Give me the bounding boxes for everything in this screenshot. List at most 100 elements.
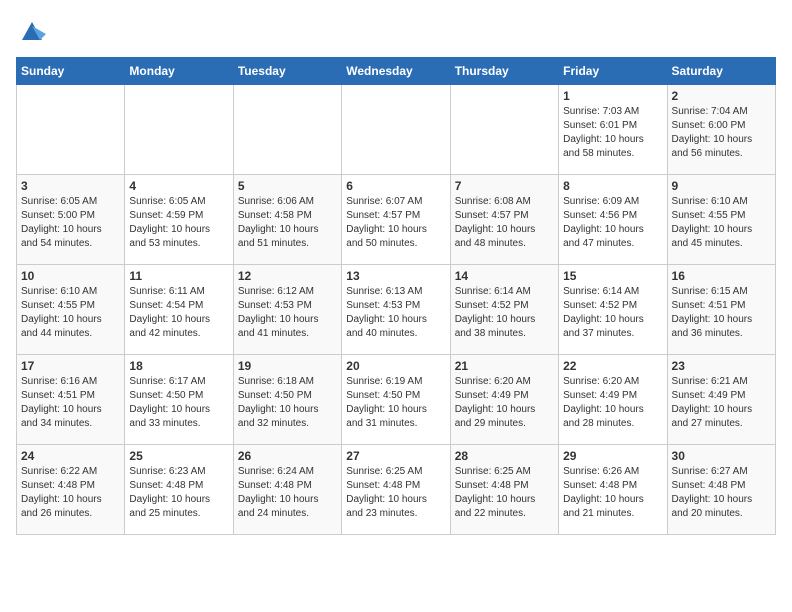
day-info: Sunrise: 6:27 AM Sunset: 4:48 PM Dayligh…: [672, 465, 771, 521]
calendar-day-cell: 18 Sunrise: 6:17 AM Sunset: 4:50 PM Dayli…: [125, 355, 233, 445]
calendar-week-row: 24 Sunrise: 6:22 AM Sunset: 4:48 PM Dayli…: [17, 445, 776, 535]
logo-icon: [18, 16, 46, 44]
day-number: 20: [346, 359, 445, 373]
day-info: Sunrise: 6:07 AM Sunset: 4:57 PM Dayligh…: [346, 195, 445, 251]
day-info: Sunrise: 6:22 AM Sunset: 4:48 PM Dayligh…: [21, 465, 120, 521]
calendar-body: 1 Sunrise: 7:03 AM Sunset: 6:01 PM Daylig…: [17, 85, 776, 535]
day-number: 21: [455, 359, 554, 373]
day-number: 29: [563, 449, 662, 463]
calendar-day-cell: [125, 85, 233, 175]
day-info: Sunrise: 6:11 AM Sunset: 4:54 PM Dayligh…: [129, 285, 228, 341]
calendar-week-row: 10 Sunrise: 6:10 AM Sunset: 4:55 PM Dayli…: [17, 265, 776, 355]
day-number: 23: [672, 359, 771, 373]
day-info: Sunrise: 7:03 AM Sunset: 6:01 PM Dayligh…: [563, 105, 662, 161]
day-info: Sunrise: 6:06 AM Sunset: 4:58 PM Dayligh…: [238, 195, 337, 251]
day-info: Sunrise: 6:18 AM Sunset: 4:50 PM Dayligh…: [238, 375, 337, 431]
day-info: Sunrise: 6:23 AM Sunset: 4:48 PM Dayligh…: [129, 465, 228, 521]
logo: [16, 16, 46, 49]
calendar-day-cell: 4Sunrise: 6:05 AM Sunset: 4:59 PM Daylig…: [125, 175, 233, 265]
calendar-day-cell: 9 Sunrise: 6:10 AM Sunset: 4:55 PM Daylig…: [667, 175, 775, 265]
calendar-day-cell: 22 Sunrise: 6:20 AM Sunset: 4:49 PM Dayli…: [559, 355, 667, 445]
calendar-day-cell: 12 Sunrise: 6:12 AM Sunset: 4:53 PM Dayli…: [233, 265, 341, 355]
day-number: 13: [346, 269, 445, 283]
calendar-day-cell: 13Sunrise: 6:13 AM Sunset: 4:53 PM Dayli…: [342, 265, 450, 355]
day-number: 9: [672, 179, 771, 193]
calendar-day-cell: 10 Sunrise: 6:10 AM Sunset: 4:55 PM Dayli…: [17, 265, 125, 355]
calendar-day-cell: 7 Sunrise: 6:08 AM Sunset: 4:57 PM Daylig…: [450, 175, 558, 265]
calendar-day-cell: 8 Sunrise: 6:09 AM Sunset: 4:56 PM Daylig…: [559, 175, 667, 265]
day-info: Sunrise: 7:04 AM Sunset: 6:00 PM Dayligh…: [672, 105, 771, 161]
day-number: 12: [238, 269, 337, 283]
calendar-day-cell: 25 Sunrise: 6:23 AM Sunset: 4:48 PM Dayli…: [125, 445, 233, 535]
day-number: 28: [455, 449, 554, 463]
calendar-day-cell: 26 Sunrise: 6:24 AM Sunset: 4:48 PM Dayli…: [233, 445, 341, 535]
calendar-day-cell: 16Sunrise: 6:15 AM Sunset: 4:51 PM Dayli…: [667, 265, 775, 355]
day-info: Sunrise: 6:25 AM Sunset: 4:48 PM Dayligh…: [346, 465, 445, 521]
day-info: Sunrise: 6:25 AM Sunset: 4:48 PM Dayligh…: [455, 465, 554, 521]
weekday-header-cell: Saturday: [667, 58, 775, 85]
day-number: 10: [21, 269, 120, 283]
day-info: Sunrise: 6:21 AM Sunset: 4:49 PM Dayligh…: [672, 375, 771, 431]
weekday-header-cell: Tuesday: [233, 58, 341, 85]
calendar-day-cell: 30 Sunrise: 6:27 AM Sunset: 4:48 PM Dayli…: [667, 445, 775, 535]
day-info: Sunrise: 6:15 AM Sunset: 4:51 PM Dayligh…: [672, 285, 771, 341]
calendar-week-row: 3 Sunrise: 6:05 AM Sunset: 5:00 PM Daylig…: [17, 175, 776, 265]
weekday-header-cell: Sunday: [17, 58, 125, 85]
day-info: Sunrise: 6:14 AM Sunset: 4:52 PM Dayligh…: [563, 285, 662, 341]
calendar-day-cell: 23 Sunrise: 6:21 AM Sunset: 4:49 PM Dayli…: [667, 355, 775, 445]
day-info: Sunrise: 6:20 AM Sunset: 4:49 PM Dayligh…: [563, 375, 662, 431]
day-info: Sunrise: 6:16 AM Sunset: 4:51 PM Dayligh…: [21, 375, 120, 431]
day-number: 14: [455, 269, 554, 283]
day-number: 1: [563, 89, 662, 103]
calendar-day-cell: 11 Sunrise: 6:11 AM Sunset: 4:54 PM Dayli…: [125, 265, 233, 355]
calendar-day-cell: 24 Sunrise: 6:22 AM Sunset: 4:48 PM Dayli…: [17, 445, 125, 535]
day-number: 3: [21, 179, 120, 193]
day-number: 15: [563, 269, 662, 283]
calendar-day-cell: [233, 85, 341, 175]
day-number: 7: [455, 179, 554, 193]
day-number: 5: [238, 179, 337, 193]
calendar-day-cell: 28 Sunrise: 6:25 AM Sunset: 4:48 PM Dayli…: [450, 445, 558, 535]
calendar-day-cell: 21Sunrise: 6:20 AM Sunset: 4:49 PM Dayli…: [450, 355, 558, 445]
calendar-day-cell: 3 Sunrise: 6:05 AM Sunset: 5:00 PM Daylig…: [17, 175, 125, 265]
day-info: Sunrise: 6:17 AM Sunset: 4:50 PM Dayligh…: [129, 375, 228, 431]
day-number: 8: [563, 179, 662, 193]
day-info: Sunrise: 6:09 AM Sunset: 4:56 PM Dayligh…: [563, 195, 662, 251]
day-number: 17: [21, 359, 120, 373]
calendar-day-cell: 17 Sunrise: 6:16 AM Sunset: 4:51 PM Dayli…: [17, 355, 125, 445]
day-number: 22: [563, 359, 662, 373]
day-info: Sunrise: 6:26 AM Sunset: 4:48 PM Dayligh…: [563, 465, 662, 521]
day-info: Sunrise: 6:08 AM Sunset: 4:57 PM Dayligh…: [455, 195, 554, 251]
calendar-day-cell: 6 Sunrise: 6:07 AM Sunset: 4:57 PM Daylig…: [342, 175, 450, 265]
day-info: Sunrise: 6:19 AM Sunset: 4:50 PM Dayligh…: [346, 375, 445, 431]
day-info: Sunrise: 6:10 AM Sunset: 4:55 PM Dayligh…: [672, 195, 771, 251]
day-number: 6: [346, 179, 445, 193]
day-info: Sunrise: 6:14 AM Sunset: 4:52 PM Dayligh…: [455, 285, 554, 341]
day-number: 18: [129, 359, 228, 373]
calendar-day-cell: 1 Sunrise: 7:03 AM Sunset: 6:01 PM Daylig…: [559, 85, 667, 175]
calendar-day-cell: 20 Sunrise: 6:19 AM Sunset: 4:50 PM Dayli…: [342, 355, 450, 445]
calendar-day-cell: [450, 85, 558, 175]
calendar-table: SundayMondayTuesdayWednesdayThursdayFrid…: [16, 57, 776, 535]
calendar-day-cell: [17, 85, 125, 175]
day-number: 11: [129, 269, 228, 283]
calendar-day-cell: 19Sunrise: 6:18 AM Sunset: 4:50 PM Dayli…: [233, 355, 341, 445]
day-number: 30: [672, 449, 771, 463]
day-info: Sunrise: 6:05 AM Sunset: 5:00 PM Dayligh…: [21, 195, 120, 251]
calendar-day-cell: 27 Sunrise: 6:25 AM Sunset: 4:48 PM Dayli…: [342, 445, 450, 535]
calendar-week-row: 17 Sunrise: 6:16 AM Sunset: 4:51 PM Dayli…: [17, 355, 776, 445]
day-number: 25: [129, 449, 228, 463]
weekday-header-cell: Friday: [559, 58, 667, 85]
weekday-header-cell: Monday: [125, 58, 233, 85]
day-number: 2: [672, 89, 771, 103]
day-number: 26: [238, 449, 337, 463]
calendar-day-cell: 15 Sunrise: 6:14 AM Sunset: 4:52 PM Dayli…: [559, 265, 667, 355]
weekday-header-cell: Thursday: [450, 58, 558, 85]
day-info: Sunrise: 6:10 AM Sunset: 4:55 PM Dayligh…: [21, 285, 120, 341]
day-info: Sunrise: 6:12 AM Sunset: 4:53 PM Dayligh…: [238, 285, 337, 341]
day-number: 27: [346, 449, 445, 463]
weekday-header-row: SundayMondayTuesdayWednesdayThursdayFrid…: [17, 58, 776, 85]
day-number: 24: [21, 449, 120, 463]
calendar-day-cell: 5 Sunrise: 6:06 AM Sunset: 4:58 PM Daylig…: [233, 175, 341, 265]
day-info: Sunrise: 6:24 AM Sunset: 4:48 PM Dayligh…: [238, 465, 337, 521]
